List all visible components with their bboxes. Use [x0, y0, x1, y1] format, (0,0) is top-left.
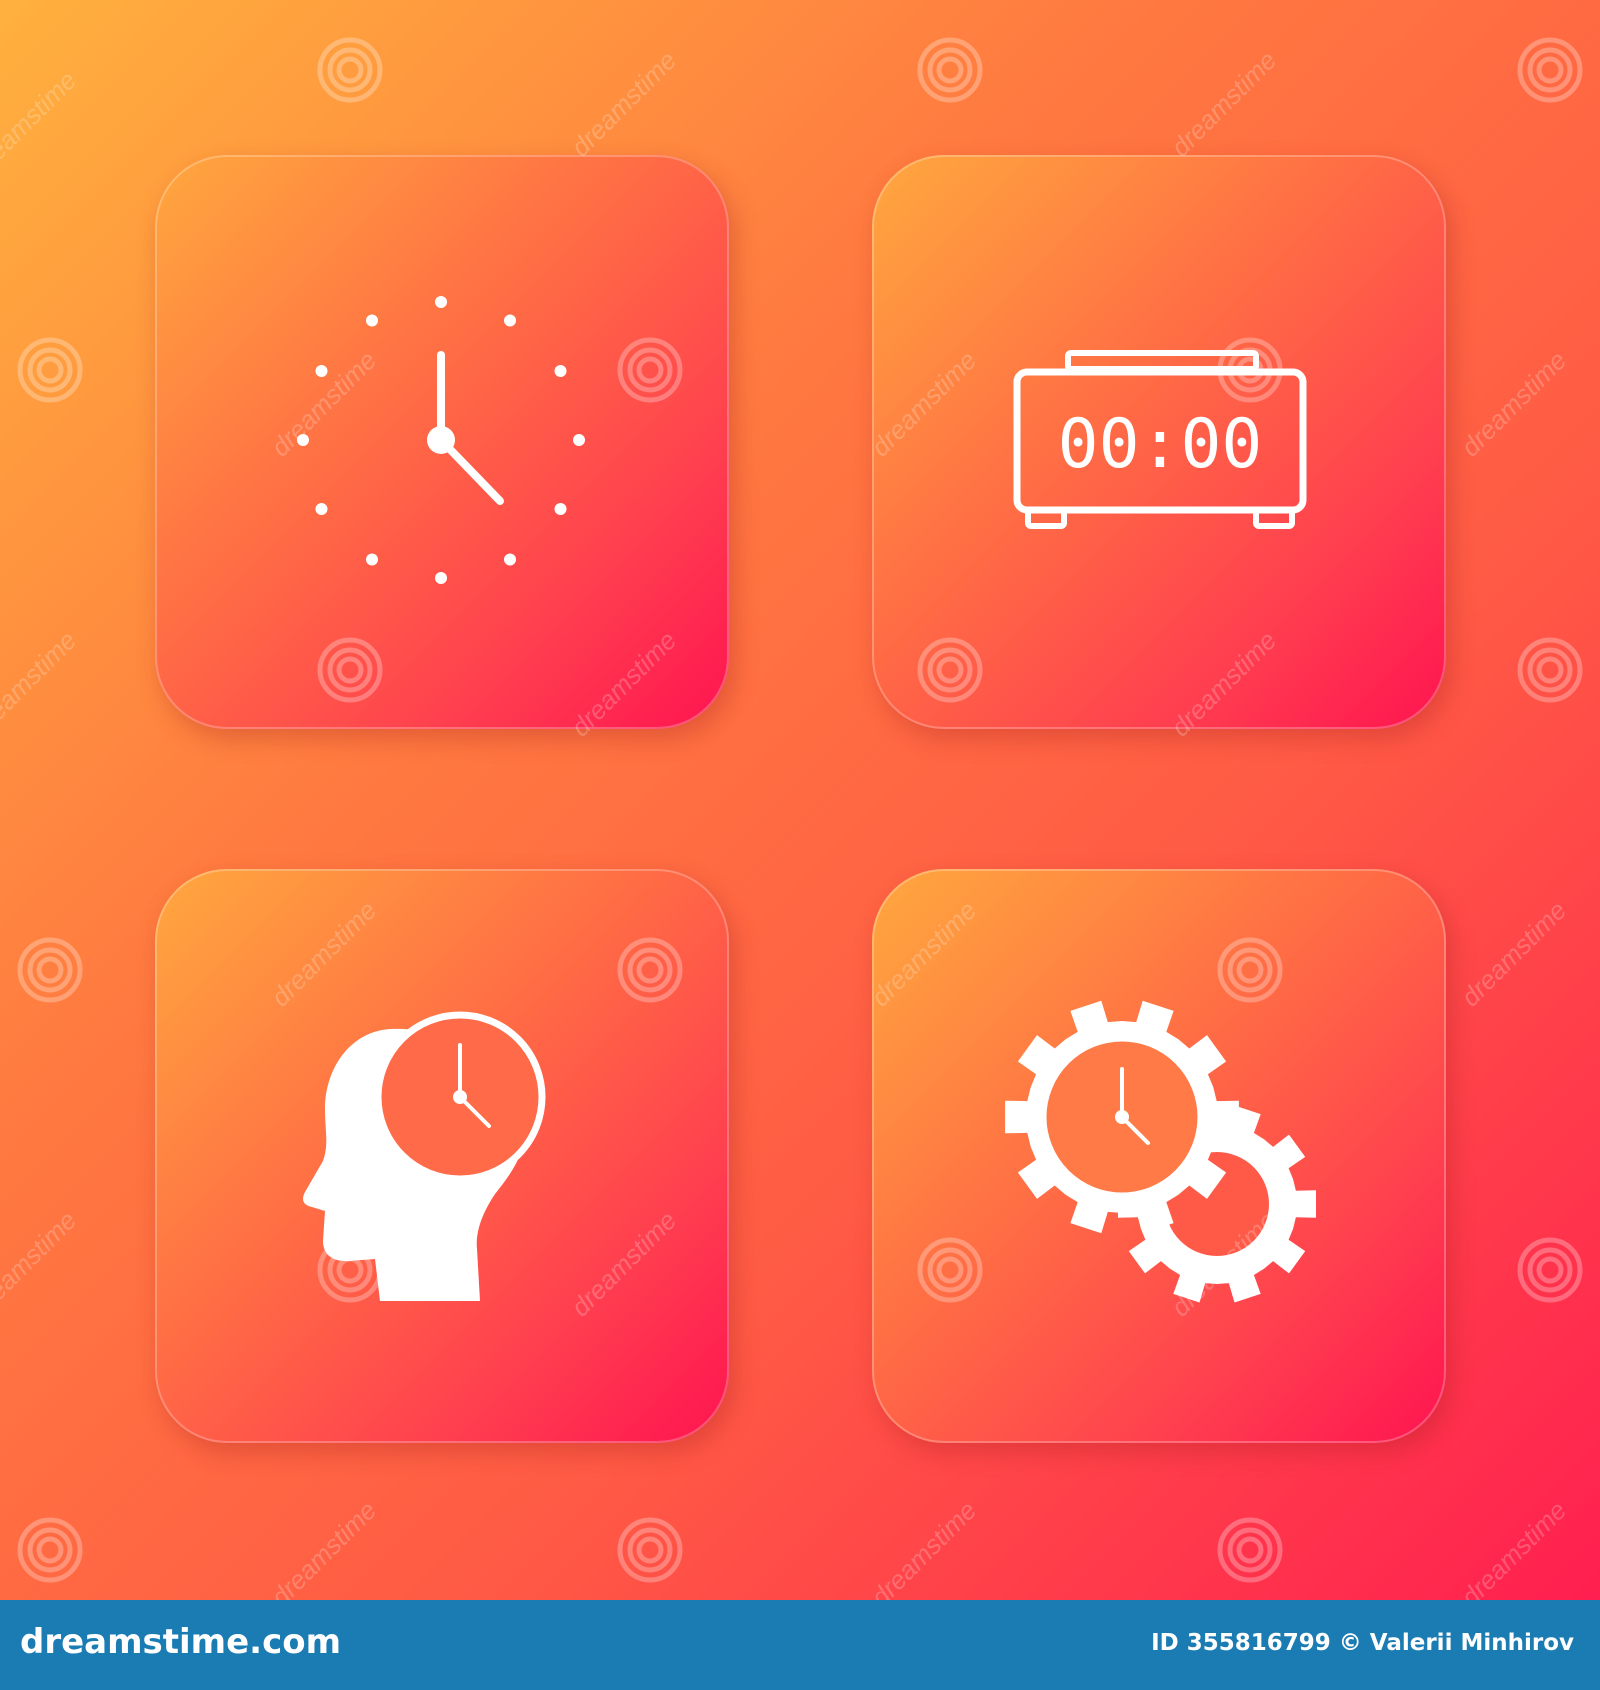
watermark-spiral-ring — [1527, 47, 1573, 93]
watermark-text: dreamstime — [1455, 1495, 1572, 1600]
clock-hour-dot — [573, 434, 585, 446]
clock-hour-dot — [504, 553, 516, 566]
watermark-text: dreamstime — [0, 65, 82, 182]
clock-hour-dot — [554, 503, 567, 515]
watermark-text: dreamstime — [1455, 895, 1572, 1012]
watermark-text: dreamstime — [565, 45, 682, 162]
digital-alarm-clock-tile: 00:00 — [872, 155, 1446, 729]
wall-clock-icon — [297, 296, 585, 584]
wall-clock-tile — [155, 155, 729, 729]
watermark-spiral-ring — [936, 56, 964, 84]
head-with-clock-icon — [303, 1011, 546, 1301]
watermark-spiral-ring — [36, 956, 64, 984]
watermark-spiral-ring — [1517, 637, 1583, 703]
clock-hour-dot — [504, 314, 516, 327]
clock-hour-dot — [315, 365, 328, 377]
watermark-spiral-ring — [1536, 56, 1564, 84]
footer-bar: dreamstime.com ID 355816799 © Valerii Mi… — [0, 1600, 1600, 1690]
watermark-spiral-ring — [327, 47, 373, 93]
watermark-spiral-ring — [1236, 1536, 1264, 1564]
watermark-spiral-ring — [1517, 1237, 1583, 1303]
alarm-display-text: 00:00 — [1058, 405, 1263, 484]
watermark-spiral-ring — [17, 1517, 83, 1583]
watermark-spiral-ring — [1517, 37, 1583, 103]
clock-hour-dot — [366, 553, 378, 566]
clock-hour-dot — [435, 296, 447, 308]
watermark-spiral-ring — [17, 337, 83, 403]
watermark-spiral-ring — [1227, 1527, 1273, 1573]
watermark-spiral-ring — [36, 1536, 64, 1564]
gears-clock-tile — [872, 869, 1446, 1443]
watermark-spiral-ring — [927, 47, 973, 93]
gear-with-clock-icon — [1005, 1000, 1316, 1303]
watermark-spiral-ring — [317, 37, 383, 103]
watermark-spiral-ring — [1536, 1256, 1564, 1284]
watermark-text: dreamstime — [1455, 345, 1572, 462]
head-clock-tile — [155, 869, 729, 1443]
watermark-text: dreamstime — [0, 1205, 82, 1322]
clock-hour-dot — [554, 365, 567, 377]
watermark-spiral-ring — [1536, 656, 1564, 684]
watermark-spiral-ring — [1527, 1247, 1573, 1293]
footer-credit: ID 355816799 © Valerii Minhirov — [1151, 1630, 1574, 1656]
watermark-text: dreamstime — [1165, 45, 1282, 162]
watermark-spiral-ring — [1527, 647, 1573, 693]
watermark-spiral-ring — [636, 1536, 664, 1564]
clock-hour-dot — [435, 572, 447, 584]
clock-hour-dot — [366, 314, 378, 327]
digital-alarm-clock-icon: 00:00 — [1013, 350, 1307, 529]
watermark-spiral-ring — [917, 37, 983, 103]
watermark-text: dreamstime — [865, 1495, 982, 1600]
watermark-text: dreamstime — [0, 625, 82, 742]
watermark-spiral-ring — [17, 937, 83, 1003]
watermark-spiral-ring — [617, 1517, 683, 1583]
watermark-text: dreamstime — [265, 1495, 382, 1600]
footer-site-link[interactable]: dreamstime.com — [20, 1622, 341, 1662]
watermark-spiral-ring — [27, 1527, 73, 1573]
watermark-spiral-ring — [336, 56, 364, 84]
watermark-spiral-ring — [27, 347, 73, 393]
watermark-spiral-ring — [27, 947, 73, 993]
clock-hour-dot — [315, 503, 328, 515]
watermark-spiral-ring — [627, 1527, 673, 1573]
clock-hour-dot — [297, 434, 309, 446]
icon-set-canvas: 00:00 dreamstime dreamstime dreamstime drea… — [0, 0, 1600, 1600]
watermark-spiral-ring — [36, 356, 64, 384]
watermark-spiral-ring — [1217, 1517, 1283, 1583]
